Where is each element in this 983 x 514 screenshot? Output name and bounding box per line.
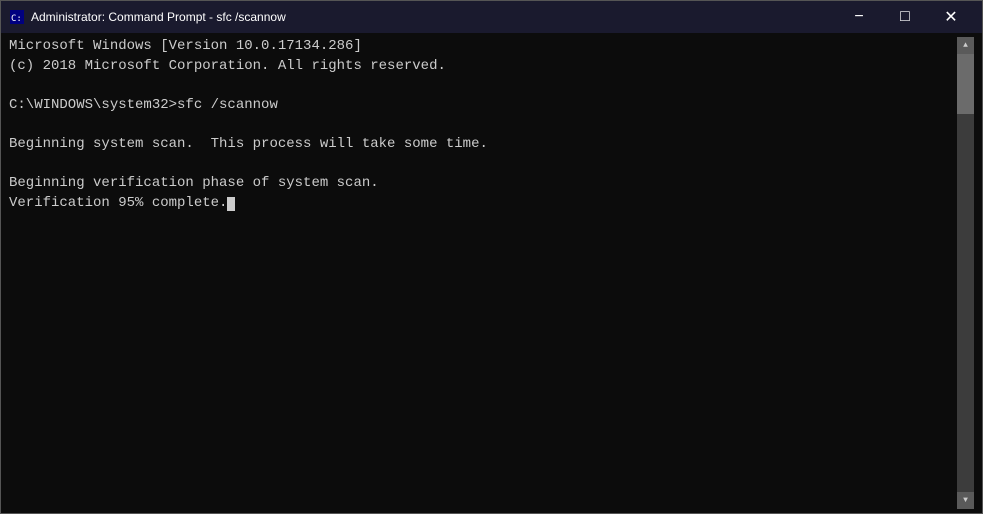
console-body[interactable]: Microsoft Windows [Version 10.0.17134.28…: [1, 33, 982, 513]
console-line: Beginning system scan. This process will…: [9, 135, 957, 155]
maximize-button[interactable]: □: [882, 1, 928, 33]
minimize-button[interactable]: −: [836, 1, 882, 33]
scroll-up-arrow[interactable]: ▲: [957, 37, 974, 54]
console-line: C:\WINDOWS\system32>sfc /scannow: [9, 96, 957, 116]
cmd-window: C: Administrator: Command Prompt - sfc /…: [0, 0, 983, 514]
console-line: Microsoft Windows [Version 10.0.17134.28…: [9, 37, 957, 57]
scroll-down-arrow[interactable]: ▼: [957, 492, 974, 509]
window-controls: − □ ✕: [836, 1, 974, 33]
window-icon: C:: [9, 9, 25, 25]
console-line: [9, 155, 957, 175]
cursor-blink: [227, 197, 235, 211]
close-button[interactable]: ✕: [928, 1, 974, 33]
console-line: (c) 2018 Microsoft Corporation. All righ…: [9, 57, 957, 77]
window-title: Administrator: Command Prompt - sfc /sca…: [31, 10, 836, 24]
console-line: [9, 76, 957, 96]
title-bar: C: Administrator: Command Prompt - sfc /…: [1, 1, 982, 33]
console-line: Verification 95% complete.: [9, 194, 957, 214]
svg-text:C:: C:: [11, 14, 22, 24]
console-line: Beginning verification phase of system s…: [9, 174, 957, 194]
scrollbar[interactable]: ▲ ▼: [957, 37, 974, 509]
console-line: [9, 115, 957, 135]
scrollbar-thumb[interactable]: [957, 54, 974, 114]
scrollbar-track[interactable]: [957, 54, 974, 492]
console-output: Microsoft Windows [Version 10.0.17134.28…: [9, 37, 957, 509]
